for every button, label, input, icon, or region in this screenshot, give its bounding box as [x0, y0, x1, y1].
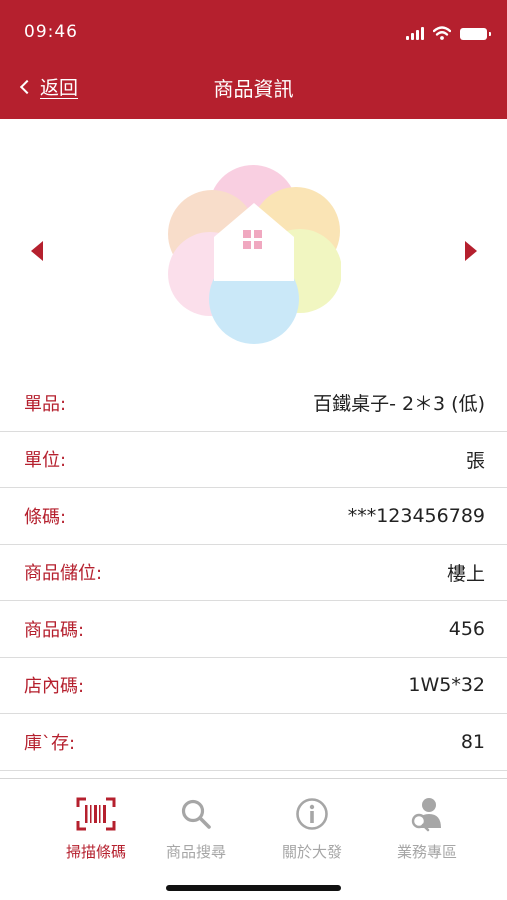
tab-sales-zone[interactable]: 業務專區 [364, 795, 490, 862]
field-value: 81 [460, 730, 485, 753]
tab-about[interactable]: 關於大發 [249, 795, 375, 862]
signal-icon [406, 27, 424, 40]
field-value: 樓上 [446, 562, 485, 585]
field-label: 店內碼: [24, 676, 85, 698]
header-bar: 09:46 返回 商品資訊 [0, 0, 507, 119]
field-label: 條碼: [24, 506, 67, 528]
barcode-scan-icon [76, 797, 116, 831]
info-row-unit: 單位: 張 [0, 432, 507, 488]
field-value: 456 [448, 617, 485, 640]
page-title: 商品資訊 [213, 77, 294, 101]
field-label: 單品: [24, 393, 67, 415]
battery-icon [460, 28, 491, 40]
field-value: 張 [465, 449, 485, 472]
tab-label: 商品搜尋 [165, 843, 226, 861]
tab-label: 業務專區 [396, 843, 457, 861]
info-icon [296, 798, 328, 830]
wifi-icon [433, 26, 451, 40]
tab-product-search[interactable]: 商品搜尋 [133, 795, 259, 862]
bottom-tab-bar: 掃描條碼 商品搜尋 關於大發 業務專區 [0, 778, 507, 900]
field-value: ***123456789 [347, 504, 485, 527]
info-row-barcode: 條碼: ***123456789 [0, 488, 507, 545]
field-label: 庫`存: [24, 732, 76, 754]
status-icons [406, 24, 491, 40]
field-value: 1W5*32 [408, 674, 485, 697]
tab-label: 關於大發 [281, 843, 342, 861]
product-image [168, 165, 341, 344]
field-value: 百鐵桌子- 2＊3 (低) [313, 393, 485, 416]
product-image-carousel [0, 119, 507, 375]
info-row-store-code: 店內碼: 1W5*32 [0, 658, 507, 714]
info-row-item: 單品: 百鐵桌子- 2＊3 (低) [0, 375, 507, 432]
next-image-button[interactable] [465, 241, 477, 261]
home-indicator[interactable] [166, 885, 341, 891]
search-icon [181, 799, 211, 829]
info-row-location: 商品儲位: 樓上 [0, 545, 507, 601]
info-row-product-code: 商品碼: 456 [0, 601, 507, 658]
field-label: 商品儲位: [24, 563, 103, 585]
status-time: 09:46 [24, 22, 78, 42]
user-search-icon [411, 798, 441, 832]
product-info-list: 單品: 百鐵桌子- 2＊3 (低) 單位: 張 條碼: ***123456789… [0, 375, 507, 771]
previous-image-button[interactable] [31, 241, 43, 261]
field-label: 商品碼: [24, 619, 85, 641]
info-row-stock: 庫`存: 81 [0, 714, 507, 771]
field-label: 單位: [24, 450, 67, 472]
